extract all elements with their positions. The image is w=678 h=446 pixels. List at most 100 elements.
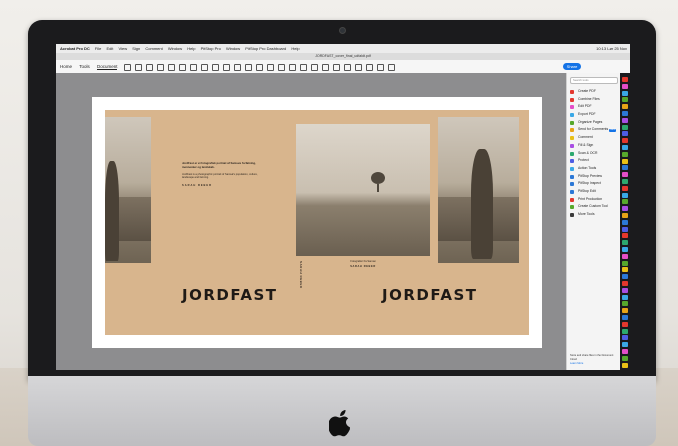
rail-plugin-icon[interactable] [622,308,628,314]
menu-file[interactable]: File [95,46,101,51]
rail-plugin-icon[interactable] [622,301,628,307]
tool-item[interactable]: Action Tools [567,165,621,173]
rail-plugin-icon[interactable] [622,83,628,89]
rail-plugin-icon[interactable] [622,321,628,327]
page-up-icon[interactable] [190,64,197,71]
measure-icon[interactable] [333,64,340,71]
document-viewport[interactable]: JordFast er et fotografisk portræt af Sa… [56,73,566,370]
rail-plugin-icon[interactable] [622,185,628,191]
tab-home[interactable]: Home [60,64,72,69]
rail-plugin-icon[interactable] [622,240,628,246]
rail-plugin-icon[interactable] [622,342,628,348]
rail-plugin-icon[interactable] [622,179,628,184]
rail-plugin-icon[interactable] [622,267,628,273]
tool-item[interactable]: Combine Files [567,96,621,104]
tool-item[interactable]: Organize Pages [567,119,621,127]
menu-help-2[interactable]: Help [291,46,299,51]
rail-plugin-icon[interactable] [622,111,628,116]
rail-plugin-icon[interactable] [622,355,628,361]
rail-plugin-icon[interactable] [622,294,628,300]
tool-item[interactable]: PitStop Edit [567,188,621,196]
bookmark-icon[interactable] [135,64,142,71]
select-tool-icon[interactable] [234,64,241,71]
tool-item[interactable]: Scan & OCR [567,150,621,158]
tool-item[interactable]: Fill & Sign [567,142,621,150]
rail-plugin-icon[interactable] [622,213,628,218]
menu-pitstop-dashboard[interactable]: PitStop Pro Dashboard [245,46,286,51]
mail-icon[interactable] [168,64,175,71]
rail-plugin-icon[interactable] [622,124,628,130]
fill-sign-icon[interactable] [388,64,395,71]
tool-item[interactable]: Export PDF [567,111,621,119]
rail-plugin-icon[interactable] [622,247,628,252]
tool-item[interactable]: Comment [567,134,621,142]
rail-plugin-icon[interactable] [622,104,628,110]
rail-plugin-icon[interactable] [622,97,628,103]
tool-item[interactable]: PitStop Preview [567,173,621,181]
tool-item[interactable]: Send for Comments NEW [567,126,621,134]
tab-tools[interactable]: Tools [79,64,90,69]
rail-plugin-icon[interactable] [622,138,628,144]
tool-item[interactable]: PitStop Inspect [567,180,621,188]
rail-plugin-icon[interactable] [622,233,628,239]
rail-plugin-icon[interactable] [622,219,628,225]
attach-icon[interactable] [322,64,329,71]
menu-window[interactable]: Window [168,46,182,51]
rail-plugin-icon[interactable] [622,192,628,198]
rail-plugin-icon[interactable] [622,274,628,280]
crop-icon[interactable] [366,64,373,71]
rail-plugin-icon[interactable] [622,90,628,96]
search-icon[interactable] [179,64,186,71]
comment-icon[interactable] [267,64,274,71]
menu-edit[interactable]: Edit [106,46,113,51]
rail-plugin-icon[interactable] [622,158,628,164]
rail-plugin-icon[interactable] [622,281,628,286]
menu-window-2[interactable]: Window [226,46,240,51]
rail-plugin-icon[interactable] [622,253,628,259]
hand-tool-icon[interactable] [245,64,252,71]
print-icon[interactable] [157,64,164,71]
highlight-icon[interactable] [278,64,285,71]
zoom-out-icon[interactable] [212,64,219,71]
plus-icon[interactable] [377,64,384,71]
rail-plugin-icon[interactable] [622,165,628,171]
share-button[interactable]: Share [563,63,581,70]
tool-item[interactable]: Protect [567,157,621,165]
rail-plugin-icon[interactable] [622,349,628,354]
tool-item[interactable]: Edit PDF [567,103,621,111]
tool-item[interactable]: More Tools [567,211,621,219]
rail-plugin-icon[interactable] [622,328,628,334]
shapes-icon[interactable] [344,64,351,71]
link-icon[interactable] [355,64,362,71]
menu-view[interactable]: View [119,46,128,51]
rail-plugin-icon[interactable] [622,335,628,341]
rail-plugin-icon[interactable] [622,117,628,123]
rail-plugin-icon[interactable] [622,226,628,232]
learn-more-link[interactable]: Learn More [570,362,583,365]
text-icon[interactable] [300,64,307,71]
save-icon[interactable] [124,64,131,71]
pen-icon[interactable] [289,64,296,71]
menubar-app-name[interactable]: Acrobat Pro DC [60,46,90,51]
menu-pitstop[interactable]: PitStop Pro [201,46,221,51]
tool-item[interactable]: Create PDF [567,88,621,96]
tools-search-input[interactable]: Search tools [570,77,618,84]
tab-document[interactable]: Document [96,64,118,70]
rail-plugin-icon[interactable] [622,145,628,150]
stamp-icon[interactable] [311,64,318,71]
rail-plugin-icon[interactable] [622,131,628,137]
rail-plugin-icon[interactable] [622,362,628,368]
rail-plugin-icon[interactable] [622,260,628,266]
zoom-in-icon[interactable] [223,64,230,71]
page-down-icon[interactable] [201,64,208,71]
rail-plugin-icon[interactable] [622,172,628,178]
menu-help[interactable]: Help [187,46,195,51]
tool-item[interactable]: Create Custom Tool [567,203,621,211]
rail-plugin-icon[interactable] [622,206,628,212]
marquee-zoom-icon[interactable] [256,64,263,71]
tool-item[interactable]: Print Production [567,196,621,204]
rail-plugin-icon[interactable] [622,287,628,293]
upload-icon[interactable] [146,64,153,71]
rail-plugin-icon[interactable] [622,315,628,320]
menu-comment[interactable]: Comment [145,46,162,51]
